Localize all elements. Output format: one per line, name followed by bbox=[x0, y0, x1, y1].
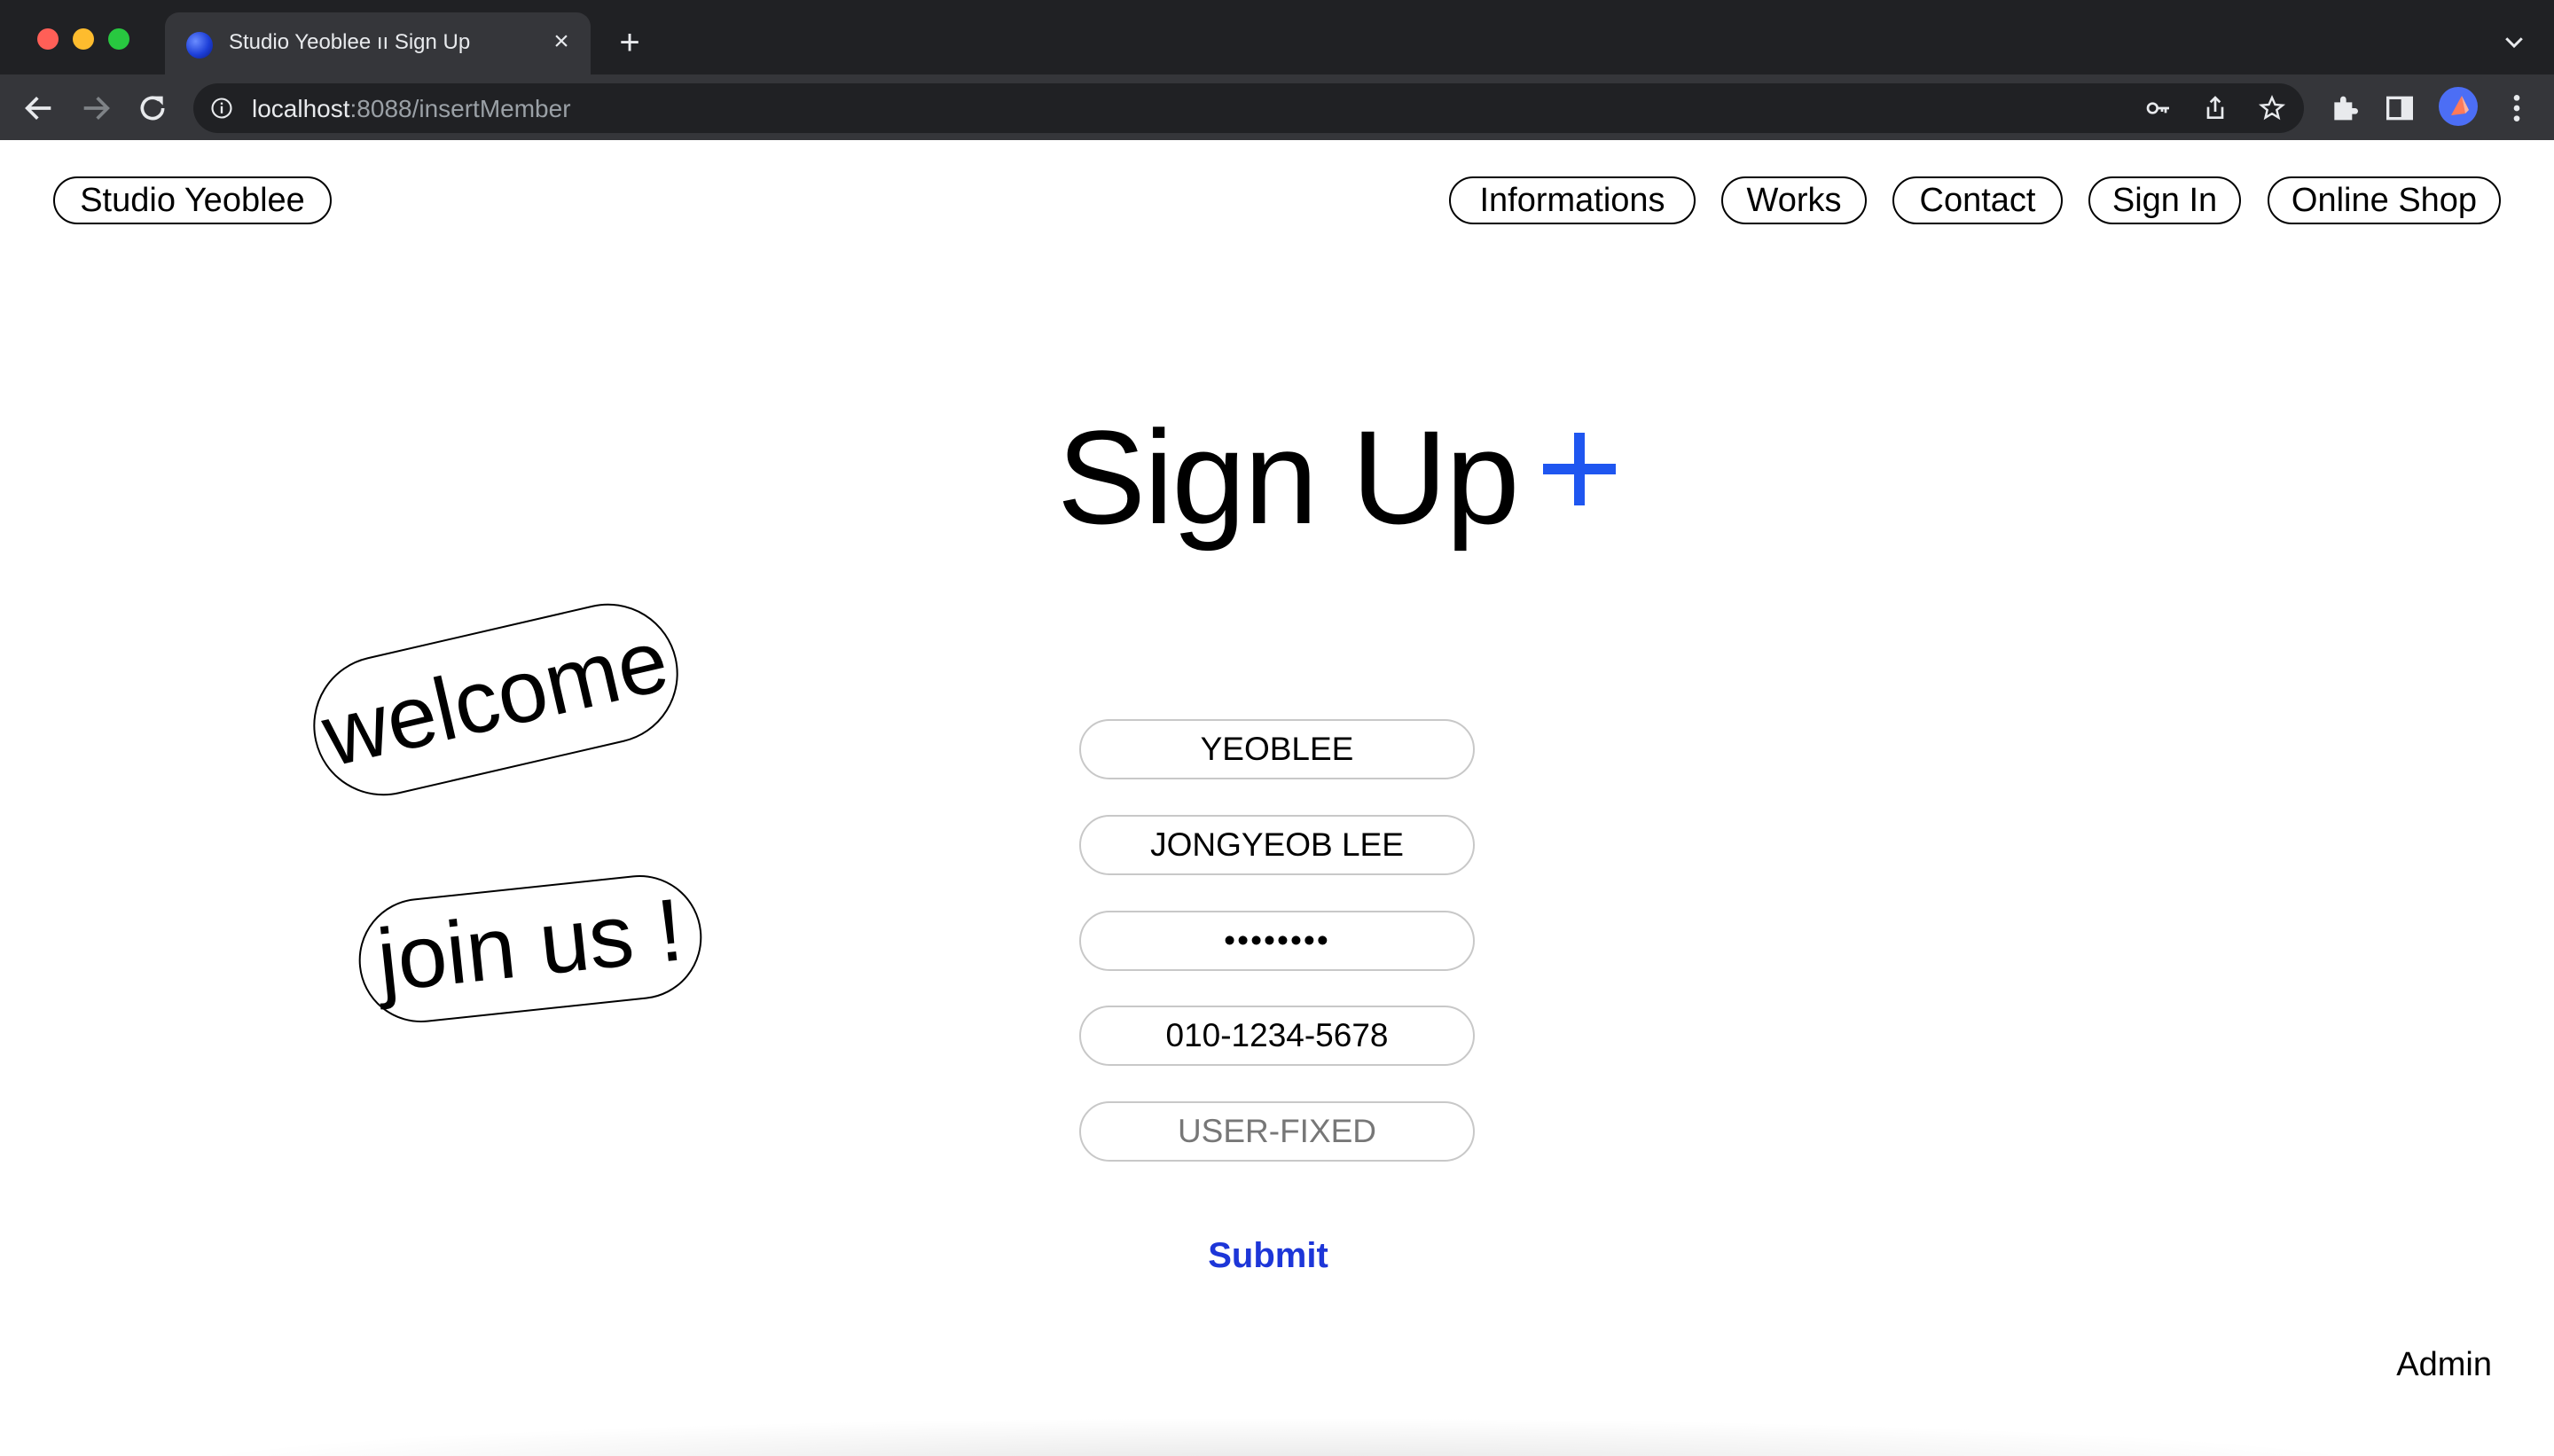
bookmark-star-icon[interactable] bbox=[2258, 94, 2286, 122]
plus-icon bbox=[1543, 433, 1616, 505]
tab-title: Studio Yeoblee ıı Sign Up bbox=[229, 30, 471, 54]
nav-works[interactable]: Works bbox=[1721, 176, 1867, 224]
welcome-sticker: welcome bbox=[299, 590, 693, 810]
avatar-icon bbox=[2451, 96, 2469, 115]
share-icon[interactable] bbox=[2201, 94, 2229, 122]
tab-close-icon[interactable]: × bbox=[546, 27, 576, 57]
site-logo-link[interactable]: Studio Yeoblee bbox=[53, 176, 332, 224]
browser-tab-active[interactable]: Studio Yeoblee ıı Sign Up × bbox=[165, 12, 591, 74]
profile-avatar[interactable] bbox=[2439, 87, 2478, 126]
address-bar[interactable]: localhost:8088/insertMember bbox=[193, 83, 2304, 133]
role-field[interactable] bbox=[1079, 1101, 1475, 1162]
page-title-group: Sign Up bbox=[1057, 406, 1616, 548]
nav-contact[interactable]: Contact bbox=[1892, 176, 2063, 224]
reload-icon[interactable] bbox=[135, 90, 170, 126]
back-arrow-icon[interactable] bbox=[21, 90, 57, 126]
new-tab-icon[interactable]: + bbox=[612, 25, 647, 60]
url-text: localhost:8088/insertMember bbox=[252, 95, 571, 123]
extensions-puzzle-icon[interactable] bbox=[2327, 90, 2362, 126]
submit-button[interactable]: Submit bbox=[1179, 1229, 1357, 1282]
url-path: :8088/insertMember bbox=[349, 95, 571, 122]
info-icon[interactable] bbox=[209, 96, 234, 121]
more-menu-icon[interactable] bbox=[2499, 90, 2534, 126]
browser-toolbar: localhost:8088/insertMember bbox=[0, 74, 2554, 140]
forward-arrow-icon[interactable] bbox=[78, 90, 114, 126]
password-field[interactable] bbox=[1079, 911, 1475, 971]
maximize-window-button[interactable] bbox=[108, 28, 129, 50]
chevron-down-icon[interactable] bbox=[2501, 28, 2527, 55]
nav-online-shop[interactable]: Online Shop bbox=[2268, 176, 2501, 224]
join-us-sticker: join us ! bbox=[352, 869, 709, 1029]
nav-informations[interactable]: Informations bbox=[1449, 176, 1696, 224]
tab-strip: Studio Yeoblee ıı Sign Up × + bbox=[0, 0, 2554, 74]
key-icon[interactable] bbox=[2144, 94, 2173, 122]
browser-chrome: Studio Yeoblee ıı Sign Up × + localhost:… bbox=[0, 0, 2554, 140]
phone-field[interactable] bbox=[1079, 1006, 1475, 1066]
close-window-button[interactable] bbox=[37, 28, 59, 50]
url-host: localhost bbox=[252, 95, 350, 122]
admin-link[interactable]: Admin bbox=[2359, 1342, 2492, 1387]
minimize-window-button[interactable] bbox=[73, 28, 94, 50]
name-field[interactable] bbox=[1079, 815, 1475, 875]
page-title: Sign Up bbox=[1057, 403, 1520, 552]
web-page: Studio Yeoblee Informations Works Contac… bbox=[0, 140, 2554, 1456]
user-id-field[interactable] bbox=[1079, 719, 1475, 779]
side-panel-icon[interactable] bbox=[2382, 90, 2417, 126]
globe-favicon-icon bbox=[186, 32, 213, 59]
nav-sign-in[interactable]: Sign In bbox=[2088, 176, 2241, 224]
bottom-shadow bbox=[142, 1417, 2412, 1456]
